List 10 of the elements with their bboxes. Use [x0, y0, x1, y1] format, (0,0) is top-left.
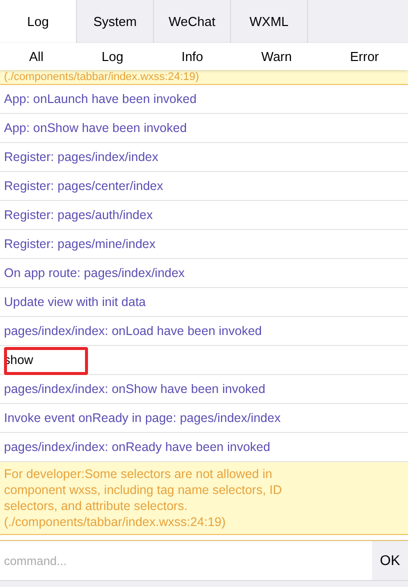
tab[interactable]: Log [0, 0, 77, 43]
filter-tab[interactable]: Warn [261, 46, 292, 66]
filter-tab[interactable]: Info [181, 46, 204, 66]
filter-tab[interactable]: Log [102, 46, 124, 66]
log-entry: (./components/tabbar/index.wxss:24:19) [0, 70, 408, 85]
command-field[interactable]: command... [0, 541, 372, 580]
ok-button[interactable]: OK [372, 541, 408, 580]
log-entry: For developer:Some selectors are not allowed in component wxss, including tag name selectors, ID selectors, and attribute selectors. (./components/tabbar/index.wxss:24:19) [0, 462, 408, 535]
filter-tab[interactable]: Error [350, 46, 379, 66]
filter-tab[interactable]: All [29, 46, 44, 66]
